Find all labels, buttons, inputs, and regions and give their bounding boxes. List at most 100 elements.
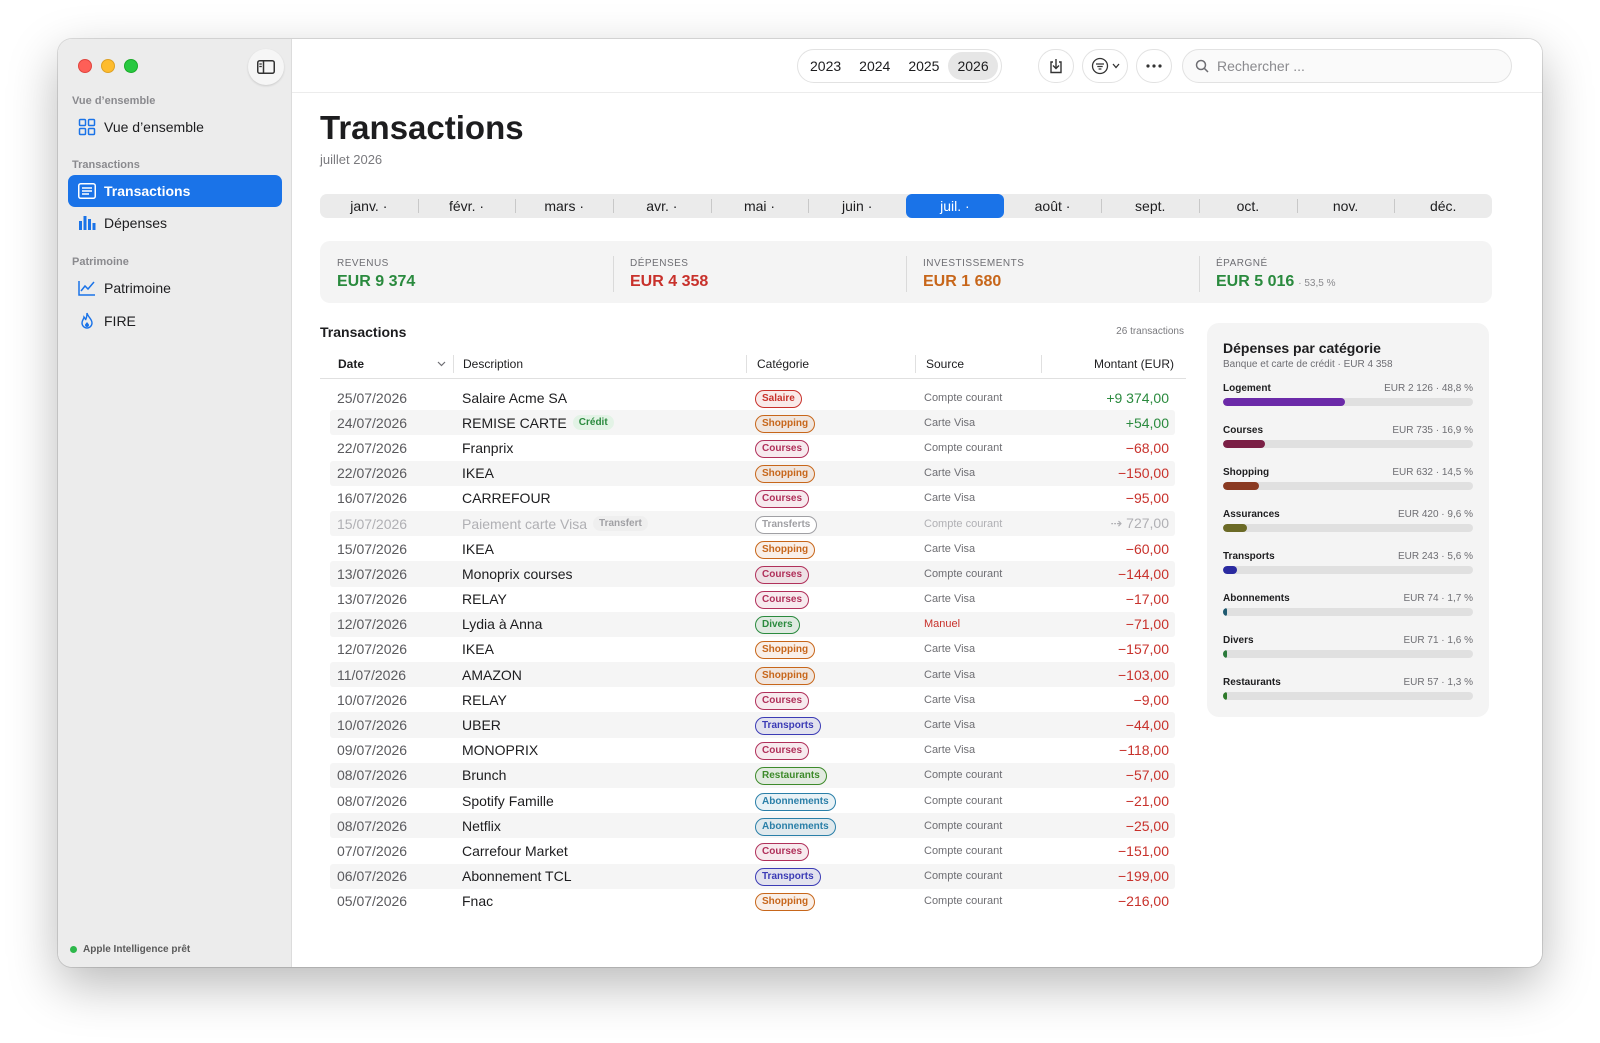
table-row[interactable]: 16/07/2026 CARREFOUR Courses Carte Visa −95,… — [330, 486, 1175, 511]
panel-title: Dépenses par catégorie — [1223, 340, 1381, 356]
category-value: EUR 74 · 1,7 % — [1403, 593, 1473, 604]
month-tab[interactable]: déc. — [1394, 194, 1492, 218]
column-category[interactable]: Catégorie — [757, 349, 809, 379]
search-field[interactable] — [1182, 49, 1512, 83]
column-source[interactable]: Source — [926, 349, 964, 379]
category-pill[interactable]: Transports — [755, 717, 821, 736]
category-pill[interactable]: Shopping — [755, 641, 816, 660]
category-pill[interactable]: Courses — [755, 742, 810, 761]
zoom-window-button[interactable] — [124, 59, 138, 73]
row-description-text: AMAZON — [462, 666, 522, 683]
year-2023[interactable]: 2023 — [801, 52, 850, 80]
import-button[interactable] — [1038, 49, 1074, 83]
category-pill[interactable]: Divers — [755, 616, 800, 635]
kpi-card: INVESTISSEMENTS EUR 1 680 — [906, 241, 1199, 303]
search-input[interactable] — [1217, 58, 1497, 74]
row-date: 13/07/2026 — [337, 565, 408, 582]
minimize-window-button[interactable] — [101, 59, 115, 73]
month-tab[interactable]: juin · — [808, 194, 906, 218]
category-pill[interactable]: Salaire — [755, 389, 802, 408]
column-description[interactable]: Description — [463, 349, 523, 379]
month-tab[interactable]: avr. · — [613, 194, 711, 218]
category-pill[interactable]: Abonnements — [755, 817, 836, 836]
month-tab[interactable]: mai · — [710, 194, 809, 218]
kpi-label: INVESTISSEMENTS — [923, 258, 1025, 269]
category-pill[interactable]: Restaurants — [755, 767, 827, 786]
category-name: Divers — [1223, 635, 1254, 646]
row-source: Carte Visa — [924, 593, 976, 606]
column-date[interactable]: Date — [338, 349, 364, 379]
row-category: Transferts — [755, 514, 818, 534]
kpi-amount: EUR 5 016 — [1216, 273, 1295, 290]
row-date: 13/07/2026 — [337, 591, 408, 608]
sidebar-item-fire[interactable]: FIRE — [68, 305, 282, 337]
row-date: 09/07/2026 — [337, 742, 408, 759]
more-button[interactable] — [1136, 49, 1172, 83]
table-row[interactable]: 10/07/2026 RELAY Courses Carte Visa −9,00 — [330, 687, 1175, 712]
sidebar-item-overview[interactable]: Vue d’ensemble — [68, 111, 282, 143]
table-row[interactable]: 08/07/2026 Netflix Abonnements Compte coura… — [330, 813, 1175, 839]
table-row[interactable]: 13/07/2026 RELAY Courses Carte Visa −17,00 — [330, 587, 1175, 612]
table-row[interactable]: 06/07/2026 Abonnement TCL Transports Compte… — [330, 863, 1175, 889]
category-pill[interactable]: Courses — [755, 691, 810, 710]
sort-chevron-icon[interactable] — [437, 361, 446, 367]
sidebar-item-depenses[interactable]: Dépenses — [68, 207, 282, 239]
sidebar-item-transactions[interactable]: Transactions — [68, 175, 282, 207]
table-row[interactable]: 10/07/2026 UBER Transports Carte Visa −44,00 — [330, 712, 1175, 738]
category-pill[interactable]: Shopping — [755, 666, 816, 685]
row-amount: −150,00 — [1118, 465, 1169, 482]
table-row[interactable]: 24/07/2026 REMISE CARTE Crédit Shopping Cart… — [330, 410, 1175, 436]
column-amount[interactable]: Montant (EUR) — [1094, 349, 1174, 379]
category-pill[interactable]: Transports — [755, 868, 821, 887]
table-row[interactable]: 22/07/2026 Franprix Courses Compte courant −… — [330, 435, 1175, 460]
month-tab[interactable]: juil. · — [906, 194, 1004, 218]
table-row[interactable]: 13/07/2026 Monoprix courses Courses Compte … — [330, 561, 1175, 587]
row-description: UBER — [462, 717, 501, 733]
table-row[interactable]: 11/07/2026 AMAZON Shopping Carte Visa −103,0… — [330, 662, 1175, 688]
year-2024[interactable]: 2024 — [850, 52, 899, 80]
table-row[interactable]: 05/07/2026 Fnac Shopping Compte courant −216… — [330, 889, 1175, 914]
month-tab[interactable]: sept. — [1101, 194, 1199, 218]
year-2026[interactable]: 2026 — [948, 52, 998, 80]
sidebar-item-patrimoine[interactable]: Patrimoine — [68, 272, 282, 304]
row-source: Compte courant — [924, 819, 1003, 832]
close-window-button[interactable] — [78, 59, 92, 73]
month-tab[interactable]: janv. · — [320, 194, 418, 218]
category-pill[interactable]: Courses — [755, 842, 810, 861]
sidebar-toggle-button[interactable] — [248, 49, 284, 85]
sidebar-item-label: Dépenses — [104, 215, 168, 231]
month-tab[interactable]: août · — [1004, 194, 1102, 218]
category-name: Assurances — [1223, 509, 1280, 520]
month-tab[interactable]: mars · — [515, 194, 613, 218]
category-pill[interactable]: Courses — [755, 565, 810, 584]
row-amount: +9 374,00 — [1106, 389, 1169, 406]
category-pill[interactable]: Abonnements — [755, 792, 836, 811]
table-row[interactable]: 15/07/2026 IKEA Shopping Carte Visa −60,00 — [330, 536, 1175, 561]
category-pill[interactable]: Shopping — [755, 414, 816, 433]
category-pill[interactable]: Shopping — [755, 540, 816, 559]
category-pill[interactable]: Courses — [755, 591, 810, 610]
table-row[interactable]: 25/07/2026 Salaire Acme SA Salaire Compte c… — [330, 385, 1175, 410]
row-description-text: Carrefour Market — [462, 842, 568, 859]
table-row[interactable]: 08/07/2026 Spotify Famille Abonnements Comp… — [330, 788, 1175, 813]
year-2025[interactable]: 2025 — [899, 52, 948, 80]
category-pill[interactable]: Shopping — [755, 893, 816, 912]
month-tab[interactable]: nov. — [1296, 194, 1395, 218]
category-pill[interactable]: Courses — [755, 439, 810, 458]
table-row[interactable]: 12/07/2026 IKEA Shopping Carte Visa −157,00 — [330, 637, 1175, 662]
row-category: Shopping — [755, 463, 816, 484]
table-row[interactable]: 22/07/2026 IKEA Shopping Carte Visa −150,00 — [330, 460, 1175, 486]
filter-menu-button[interactable] — [1082, 49, 1128, 83]
month-tab[interactable]: févr. · — [417, 194, 516, 218]
table-row[interactable]: 07/07/2026 Carrefour Market Courses Compte … — [330, 838, 1175, 863]
row-description: Carrefour Market — [462, 843, 568, 859]
category-pill[interactable]: Transferts — [755, 515, 818, 534]
table-row[interactable]: 08/07/2026 Brunch Restaurants Compte couran… — [330, 762, 1175, 788]
table-row[interactable]: 09/07/2026 MONOPRIX Courses Carte Visa −118,… — [330, 738, 1175, 763]
category-pill[interactable]: Courses — [755, 490, 810, 509]
table-row[interactable]: 15/07/2026 Paiement carte Visa Transfert Tr… — [330, 510, 1175, 537]
category-pill[interactable]: Shopping — [755, 465, 816, 484]
table-row[interactable]: 12/07/2026 Lydia à Anna Divers Manuel −71,00 — [330, 611, 1175, 637]
month-tab[interactable]: oct. — [1199, 194, 1297, 218]
row-date: 11/07/2026 — [337, 666, 407, 683]
